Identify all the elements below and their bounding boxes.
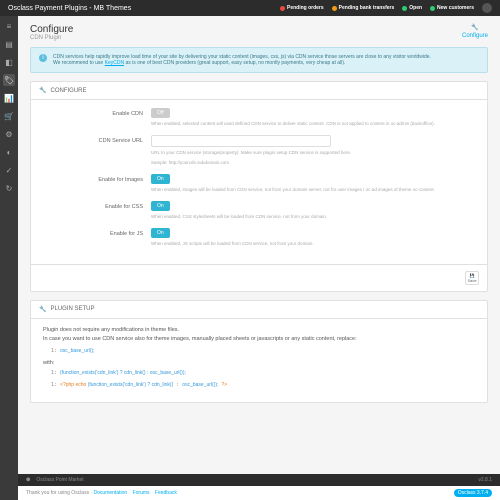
footer: Thank you for using Osclass · Documentat… [18, 486, 500, 500]
label-enable-css: Enable for CSS [43, 201, 143, 210]
sidebar-item-1[interactable]: ▤ [3, 38, 15, 50]
sidebar-item-3[interactable]: 🏷 [3, 74, 15, 86]
label-enable-js: Enable for JS [43, 228, 143, 237]
sidebar: ≡ ▤ ◧ 🏷 📊 🛒 ⚙ ◐ ✓ ↻ [0, 16, 18, 500]
setup-with: with: [43, 360, 475, 366]
wrench-icon: 🔧 [471, 24, 478, 31]
wrench-icon: 🔧 [39, 306, 46, 313]
info-banner: i CDN services help rapidly improve load… [30, 47, 488, 73]
sidebar-item-7[interactable]: ◐ [3, 146, 15, 158]
label-cdn-url: CDN Service URL [43, 135, 143, 144]
toggle-enable-cdn[interactable]: Off [151, 108, 170, 118]
topbar: Osclass Payment Plugins - MB Themes Pend… [0, 0, 500, 16]
footer-link-forums[interactable]: Forums [133, 490, 150, 496]
keycdn-link[interactable]: KeyCDN [105, 60, 124, 66]
configure-link[interactable]: 🔧 Configure [462, 24, 488, 39]
toggle-enable-images[interactable]: On [151, 174, 170, 184]
stat-open[interactable]: Open [402, 5, 422, 11]
info-icon: i [39, 54, 47, 62]
market-icon: ⬢ [26, 477, 30, 483]
toggle-enable-js[interactable]: On [151, 228, 170, 238]
dot-icon [332, 6, 337, 11]
dot-icon [402, 6, 407, 11]
label-enable-images: Enable for Images [43, 174, 143, 183]
code-block-2: 1: (function_exists('cdn_link') ? cdn_li… [51, 370, 475, 376]
wrench-icon: 🔧 [39, 87, 46, 94]
sidebar-item-4[interactable]: 📊 [3, 92, 15, 104]
code-block-1: 1: osc_base_url(); [51, 348, 475, 354]
info-line2: We recommend to use KeyCDN as is one of … [53, 60, 431, 66]
sidebar-item-9[interactable]: ↻ [3, 182, 15, 194]
setup-intro2: In case you want to use CDN service also… [43, 336, 475, 342]
setup-panel: 🔧PLUGIN SETUP Plugin does not require an… [30, 300, 488, 403]
sidebar-item-6[interactable]: ⚙ [3, 128, 15, 140]
bottombar-title[interactable]: Osclass Point Market [36, 477, 83, 483]
footer-text: Thank you for using Osclass · [26, 490, 94, 496]
label-enable-cdn: Enable CDN [43, 108, 143, 117]
stat-bank[interactable]: Pending bank transfers [332, 5, 395, 11]
bottombar-version: v2.8.1 [478, 477, 492, 483]
bottombar: ⬢ Osclass Point Market v2.8.1 [18, 474, 500, 486]
footer-link-feedback[interactable]: Feedback [155, 490, 177, 496]
app-title: Osclass Payment Plugins - MB Themes [8, 5, 280, 12]
help-cdn-url2: Sample: http://yourcdn.subdomain.com [151, 160, 475, 166]
toggle-enable-css[interactable]: On [151, 201, 170, 211]
help-enable-images: When enabled, images will be loaded from… [151, 187, 475, 193]
topbar-stats: Pending orders Pending bank transfers Op… [280, 3, 492, 13]
footer-link-docs[interactable]: Documentation [94, 490, 128, 496]
main-content: Configure CDN Plugin 🔧 Configure i CDN s… [18, 16, 500, 500]
panel-head-setup: 🔧PLUGIN SETUP [31, 301, 487, 319]
sidebar-item-0[interactable]: ≡ [3, 20, 15, 32]
sidebar-item-5[interactable]: 🛒 [3, 110, 15, 122]
code-block-3: 1: <?php echo (function_exists('cdn_link… [51, 382, 475, 388]
dot-icon [430, 6, 435, 11]
stat-customers[interactable]: New customers [430, 5, 474, 11]
help-enable-js: When enabled, JS scripts will be loaded … [151, 241, 475, 247]
help-enable-css: When enabled, CSS stylesheets will be lo… [151, 214, 475, 220]
configure-panel: 🔧CONFIGURE Enable CDN Off When enabled, … [30, 81, 488, 292]
help-enable-cdn: When enabled, selected content will used… [151, 121, 475, 127]
footer-version: Osclass 3.7.4 [454, 489, 492, 497]
dot-icon [280, 6, 285, 11]
stat-pending[interactable]: Pending orders [280, 5, 324, 11]
panel-head-configure: 🔧CONFIGURE [31, 82, 487, 100]
page-title: Configure [30, 24, 73, 35]
page-subtitle: CDN Plugin [30, 35, 73, 41]
setup-intro1: Plugin does not require any modification… [43, 327, 475, 333]
help-cdn-url1: URL to your CDN service (storage/propert… [151, 150, 475, 156]
input-cdn-url[interactable] [151, 135, 331, 147]
avatar[interactable] [482, 3, 492, 13]
sidebar-item-8[interactable]: ✓ [3, 164, 15, 176]
sidebar-item-2[interactable]: ◧ [3, 56, 15, 68]
save-button[interactable]: 💾Save [465, 271, 479, 285]
